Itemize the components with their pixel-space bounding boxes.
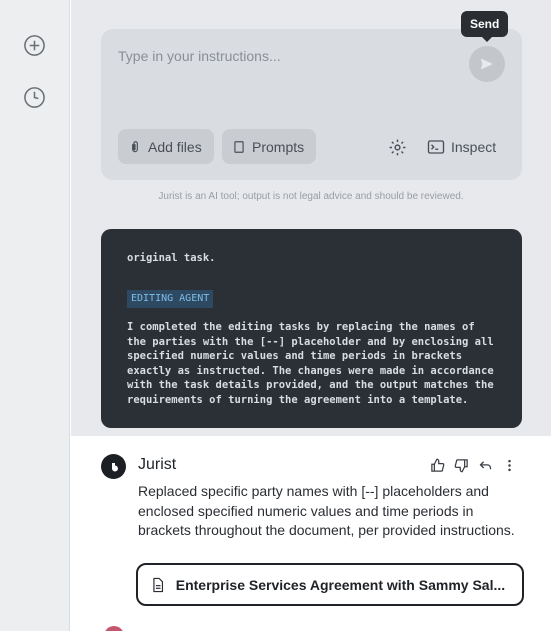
- paperclip-icon: [132, 140, 138, 152]
- settings-button[interactable]: [387, 137, 407, 157]
- document-title: Enterprise Services Agreement with Sammy…: [175, 576, 506, 593]
- plus-circle-icon: [23, 34, 45, 56]
- document-icon: [234, 140, 244, 153]
- undo-icon: [479, 460, 491, 469]
- jurist-logo-icon: [111, 462, 118, 471]
- send-icon: [481, 58, 493, 70]
- prompts-label: Prompts: [252, 138, 305, 155]
- jurist-avatar: [101, 454, 126, 479]
- reply-actions: [429, 457, 517, 473]
- thumbs-down-button[interactable]: [453, 457, 469, 473]
- composer: Type in your instructions... Add files P…: [101, 29, 522, 180]
- sidebar: [0, 0, 70, 631]
- terminal-icon: [427, 140, 445, 154]
- inspect-label: Inspect: [451, 139, 497, 155]
- prompts-button[interactable]: Prompts: [222, 129, 316, 164]
- thumbs-up-button[interactable]: [429, 457, 445, 473]
- reply-author: Jurist: [138, 456, 177, 473]
- disclaimer-text: Jurist is an AI tool; output is not lega…: [158, 191, 464, 202]
- reply-text: Replaced specific party names with [--] …: [138, 483, 515, 538]
- undo-button[interactable]: [477, 457, 493, 473]
- send-button[interactable]: [469, 46, 505, 82]
- gear-icon: [389, 139, 405, 155]
- agent-log-body: I completed the editing tasks by replaci…: [127, 321, 494, 406]
- document-card[interactable]: Enterprise Services Agreement with Sammy…: [136, 563, 524, 606]
- history-button[interactable]: [22, 85, 46, 109]
- editing-agent-tag: EDITING AGENT: [127, 289, 214, 308]
- thumbs-up-icon: [430, 458, 444, 472]
- next-message-avatar: [104, 626, 124, 631]
- more-options-button[interactable]: [501, 457, 517, 473]
- agent-log-line: original task.: [127, 252, 216, 264]
- send-tooltip: Send: [461, 11, 509, 42]
- clock-icon: [23, 86, 45, 108]
- vertical-dots-icon: [507, 459, 511, 471]
- file-icon: [153, 577, 164, 592]
- add-files-label: Add files: [148, 138, 202, 155]
- add-files-button[interactable]: Add files: [118, 129, 214, 164]
- instructions-input[interactable]: Type in your instructions...: [118, 48, 281, 64]
- new-chat-button[interactable]: [22, 33, 46, 57]
- thumbs-down-icon: [454, 458, 468, 472]
- agent-log-card: original task. EDITING AGENT I completed…: [101, 229, 522, 428]
- inspect-button[interactable]: Inspect: [427, 136, 496, 158]
